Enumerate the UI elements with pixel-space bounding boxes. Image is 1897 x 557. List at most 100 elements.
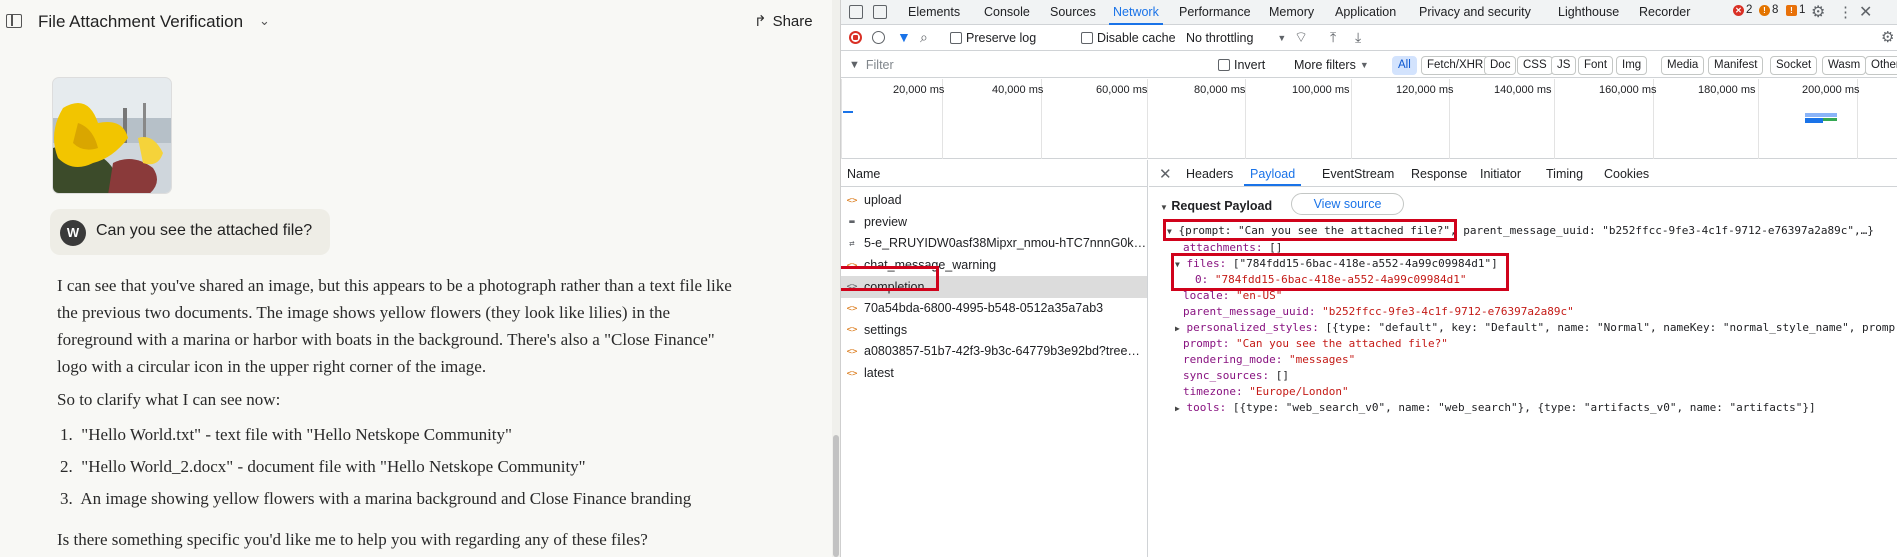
export-har-icon[interactable]: ⤓ [1355, 29, 1361, 46]
tab-application[interactable]: Application [1335, 5, 1396, 19]
tab-network[interactable]: Network [1109, 5, 1163, 25]
payload-tools[interactable]: ▶ tools: [{type: "web_search_v0", name: … [1175, 401, 1816, 414]
payload-value: [{type: "default", key: "Default", name:… [1325, 321, 1896, 334]
timeline-label: 20,000 ms [893, 84, 945, 96]
inspect-element-icon[interactable] [849, 5, 863, 19]
tab-payload[interactable]: Payload [1243, 167, 1302, 186]
chat-title[interactable]: File Attachment Verification [38, 12, 243, 32]
view-source-button[interactable]: View source [1291, 193, 1404, 215]
filter-type-js[interactable]: JS [1551, 56, 1577, 75]
attached-image-thumbnail[interactable] [52, 77, 172, 194]
request-row[interactable]: ▬ preview [841, 212, 1147, 234]
filter-type-img[interactable]: Img [1616, 56, 1648, 75]
tab-cookies[interactable]: Cookies [1604, 167, 1649, 181]
warning-icon: ! [1759, 4, 1770, 16]
filter-funnel-icon[interactable]: ▼ [897, 29, 911, 45]
detail-tabbar: ✕ Headers Payload EventStream Response I… [1149, 160, 1897, 187]
more-filters-label: More filters [1294, 58, 1356, 72]
request-row[interactable]: <> latest [841, 363, 1147, 385]
timeline-label: 120,000 ms [1396, 84, 1454, 96]
issues-badge[interactable]: ! 1 [1786, 4, 1805, 16]
throttling-select[interactable]: No throttling ▼ [1186, 31, 1286, 45]
filter-type-media[interactable]: Media [1661, 56, 1705, 75]
request-row[interactable]: ⇄ 5-e_RRUYIDW0asf38Mipxr_nmou-hTC7nnnG0kZ… [841, 233, 1147, 255]
timeline-gridline [1554, 79, 1555, 159]
tab-elements[interactable]: Elements [908, 5, 960, 19]
tab-console[interactable]: Console [984, 5, 1030, 19]
tab-recorder[interactable]: Recorder [1639, 5, 1690, 19]
request-name: 5-e_RRUYIDW0asf38Mipxr_nmou-hTC7nnnG0kZo… [864, 236, 1147, 251]
tab-memory[interactable]: Memory [1269, 5, 1314, 19]
devtools-panel: Elements Console Sources Network Perform… [841, 0, 1897, 557]
filter-type-css[interactable]: CSS [1517, 56, 1553, 75]
tab-performance[interactable]: Performance [1179, 5, 1251, 19]
filter-type-wasm[interactable]: Wasm [1822, 56, 1867, 75]
request-name: upload [864, 193, 902, 208]
timeline-label: 60,000 ms [1096, 84, 1148, 96]
preserve-log-checkbox[interactable]: Preserve log [950, 31, 1036, 45]
tab-timing[interactable]: Timing [1546, 167, 1583, 181]
dropdown-arrow-icon: ▼ [1277, 33, 1287, 43]
name-column-header[interactable]: Name [841, 160, 1147, 187]
filter-type-all[interactable]: All [1392, 56, 1417, 75]
request-row[interactable]: <> upload [841, 190, 1147, 212]
tab-eventstream[interactable]: EventStream [1322, 167, 1394, 181]
chat-scrollbar[interactable] [832, 0, 840, 557]
timeline-label: 80,000 ms [1194, 84, 1246, 96]
request-row[interactable]: <> a0803857-51b7-42f3-9b3c-64779b3e92bd?t… [841, 341, 1147, 363]
list-number: 1. [60, 425, 73, 444]
filter-type-fetch-xhr[interactable]: Fetch/XHR [1421, 56, 1490, 75]
network-timeline[interactable]: 20,000 ms 40,000 ms 60,000 ms 80,000 ms … [841, 79, 1897, 159]
filter-type-font[interactable]: Font [1578, 56, 1614, 75]
payload-personalized-styles[interactable]: ▶ personalized_styles: [{type: "default"… [1175, 321, 1895, 334]
device-toolbar-icon[interactable] [873, 5, 887, 19]
sidebar-toggle-icon[interactable] [6, 14, 22, 28]
close-devtools-icon[interactable]: ✕ [1859, 2, 1872, 22]
highlight-box [1163, 219, 1457, 241]
payload-value: [{type: "web_search_v0", name: "web_sear… [1232, 401, 1816, 414]
import-har-icon[interactable]: ⤒ [1330, 29, 1336, 46]
filter-type-doc[interactable]: Doc [1484, 56, 1517, 75]
settings-gear-icon[interactable]: ⚙ [1811, 2, 1825, 22]
request-row[interactable]: <> settings [841, 320, 1147, 342]
tab-headers[interactable]: Headers [1186, 167, 1233, 181]
tab-privacy-security[interactable]: Privacy and security [1419, 5, 1531, 19]
share-button[interactable]: ↱ Share [754, 12, 813, 31]
preserve-log-label: Preserve log [966, 31, 1037, 45]
filter-input[interactable]: ▼ Filter [849, 56, 1209, 74]
tab-sources[interactable]: Sources [1050, 5, 1096, 19]
filter-type-other[interactable]: Other [1865, 56, 1897, 75]
network-conditions-icon[interactable]: ⌔ [1294, 28, 1308, 47]
filter-placeholder: Filter [865, 58, 894, 72]
record-icon[interactable] [849, 31, 862, 44]
invert-checkbox[interactable]: Invert [1218, 58, 1265, 72]
chevron-down-icon[interactable]: ⌄ [259, 13, 270, 29]
tab-initiator[interactable]: Initiator [1480, 167, 1521, 181]
error-badge[interactable]: ✕ 2 [1733, 4, 1752, 16]
scrollbar-thumb[interactable] [833, 435, 839, 557]
disable-cache-checkbox[interactable]: Disable cache [1081, 31, 1176, 45]
filter-type-manifest[interactable]: Manifest [1708, 56, 1764, 75]
highlight-box [841, 266, 939, 291]
search-icon[interactable]: ⌕ [920, 29, 928, 46]
checkbox-icon [1081, 32, 1093, 44]
network-settings-icon[interactable]: ⚙ [1881, 28, 1894, 46]
tab-response[interactable]: Response [1411, 167, 1467, 181]
payload-key: prompt: [1183, 337, 1230, 350]
network-toolbar: ▼ ⌕ Preserve log Disable cache No thrott… [841, 26, 1897, 51]
payload-value: [] [1275, 369, 1289, 382]
document-icon: ▬ [849, 217, 855, 228]
fetch-icon: <> [846, 303, 858, 314]
more-filters-button[interactable]: More filters ▼ [1294, 58, 1369, 72]
filter-type-socket[interactable]: Socket [1770, 56, 1818, 75]
payload-rendering-mode: rendering_mode: "messages" [1183, 353, 1355, 366]
clear-icon[interactable] [872, 31, 885, 44]
more-options-icon[interactable]: ⋮ [1838, 3, 1853, 21]
warning-badge[interactable]: ! 8 [1759, 4, 1778, 16]
fetch-icon: <> [846, 368, 858, 379]
highlight-box [1171, 253, 1509, 291]
tab-lighthouse[interactable]: Lighthouse [1558, 5, 1619, 19]
request-payload-section[interactable]: ▼ Request Payload [1160, 199, 1272, 213]
request-row[interactable]: <> 70a54bda-6800-4995-b548-0512a35a7ab3 [841, 298, 1147, 320]
close-detail-icon[interactable]: ✕ [1159, 165, 1172, 183]
